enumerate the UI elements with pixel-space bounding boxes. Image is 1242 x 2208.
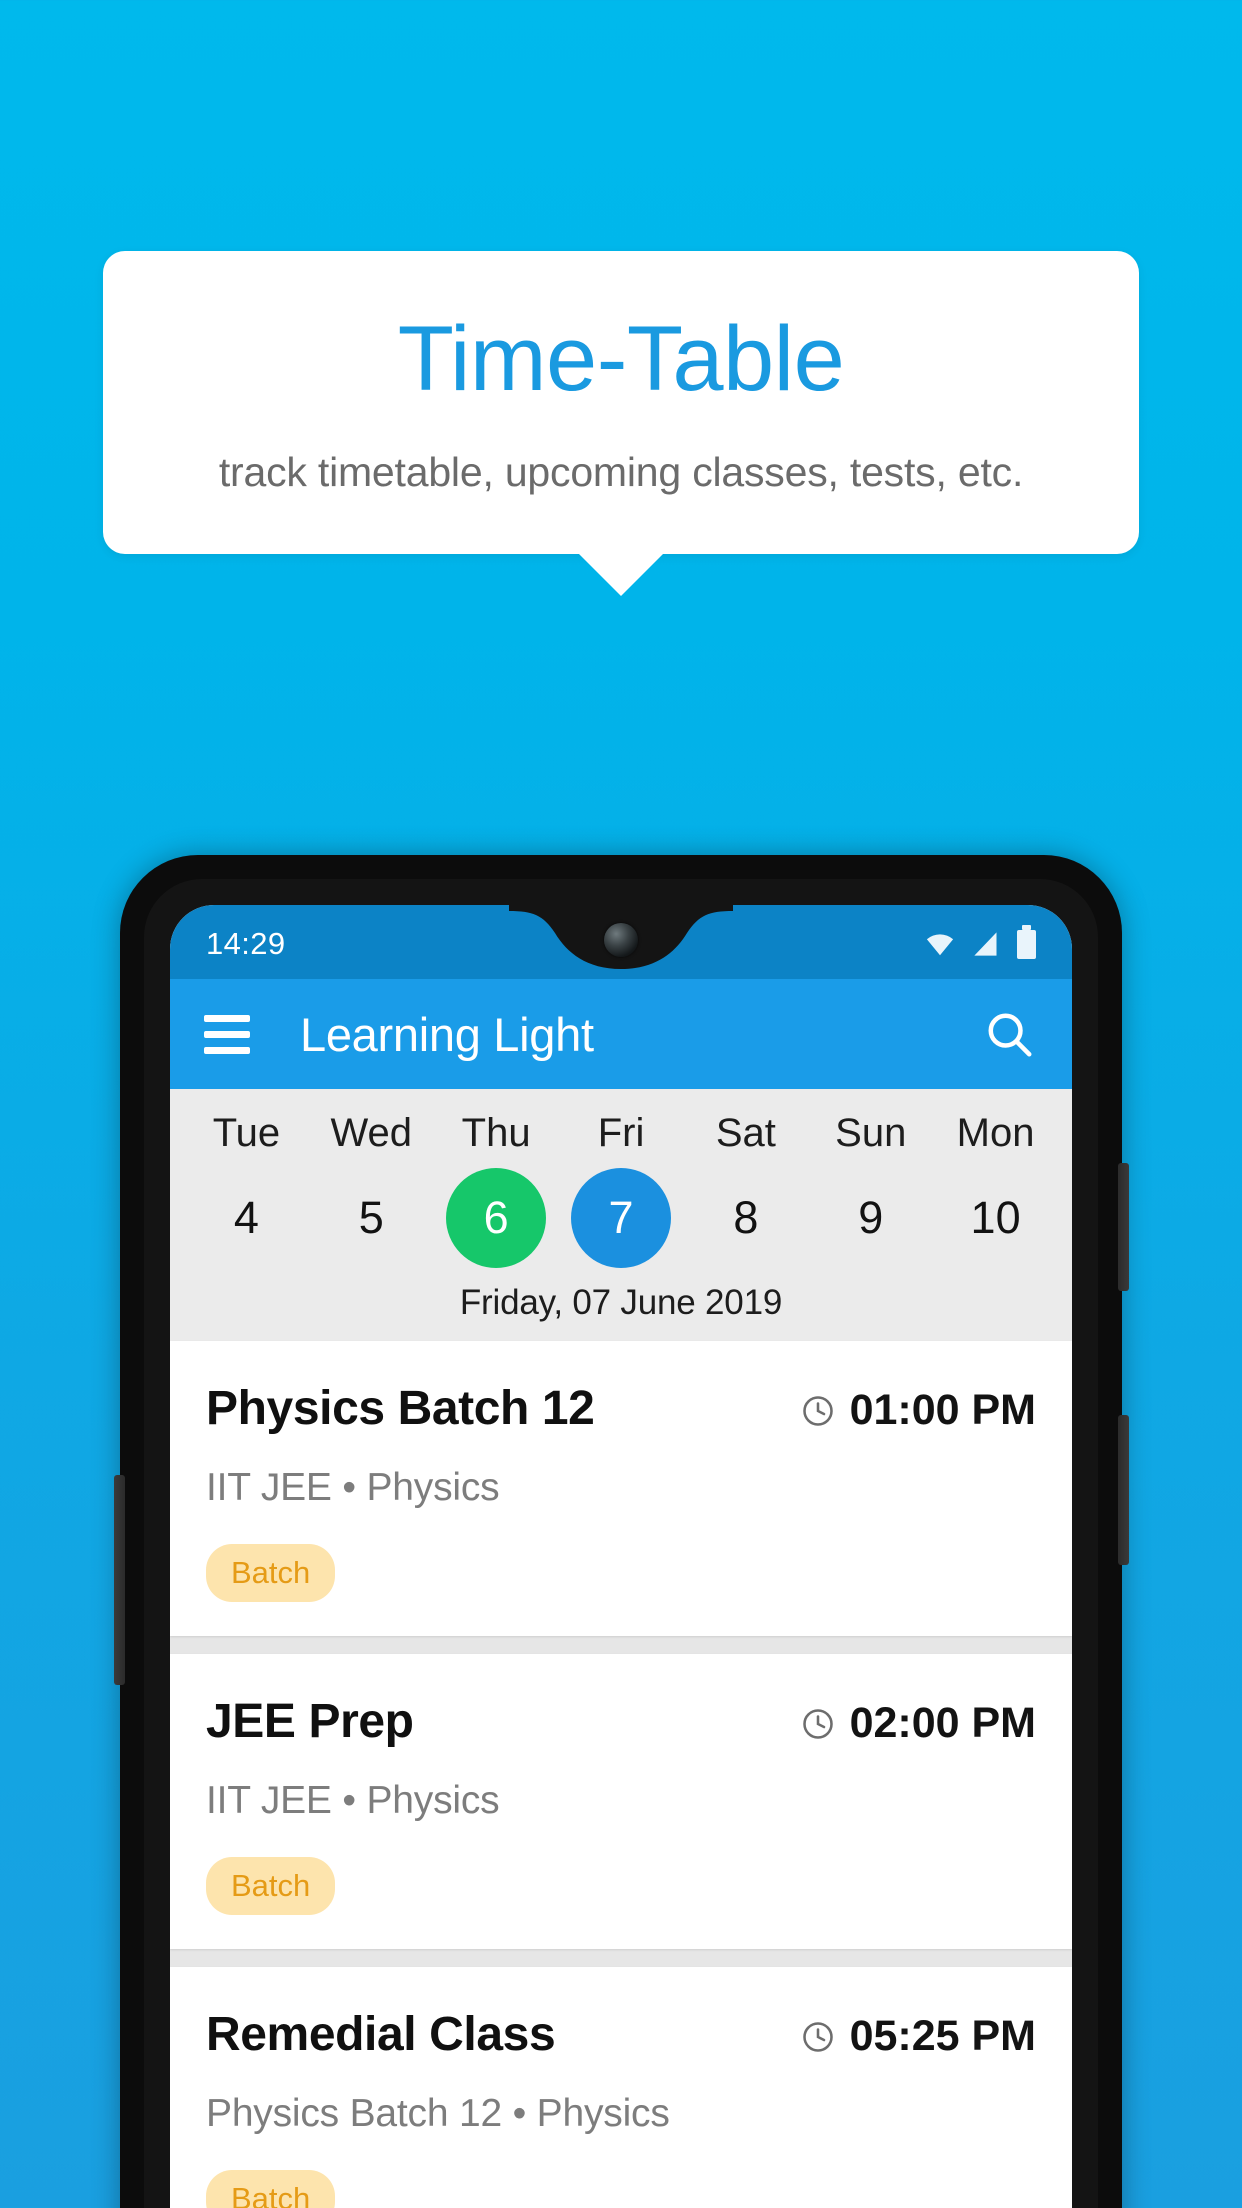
calendar-day-number[interactable]: 6 xyxy=(446,1168,547,1268)
calendar-day-number[interactable]: 10 xyxy=(946,1168,1046,1268)
class-card-header: Physics Batch 12 01:00 PM xyxy=(206,1381,1036,1436)
class-time: 02:00 PM xyxy=(849,1699,1036,1747)
app-bar: Learning Light xyxy=(170,979,1072,1089)
calendar-day-number-wrap: 9 xyxy=(808,1165,933,1271)
class-card[interactable]: Remedial Class 05:25 PM Physics Batch 12 •… xyxy=(170,1967,1072,2208)
class-type-badge: Batch xyxy=(206,1857,336,1915)
class-time-group: 02:00 PM xyxy=(800,1694,1036,1748)
calendar-day-number[interactable]: 7 xyxy=(571,1168,671,1268)
calendar-day-sun[interactable]: Sun 9 xyxy=(808,1105,933,1271)
phone-mockup: 14:29 Learning Light Tue 4 Wed 5 Thu 6 F… xyxy=(114,855,1129,2208)
calendar-day-number[interactable]: 5 xyxy=(321,1168,421,1268)
promo-bubble: Time-Table track timetable, upcoming cla… xyxy=(103,251,1139,596)
promo-subtitle: track timetable, upcoming classes, tests… xyxy=(218,449,1024,495)
class-subtitle: IIT JEE • Physics xyxy=(206,1466,500,1509)
phone-screen: 14:29 Learning Light Tue 4 Wed 5 Thu 6 F… xyxy=(170,905,1072,2208)
class-time-group: 01:00 PM xyxy=(800,1381,1036,1435)
calendar-day-name: Sun xyxy=(835,1111,907,1155)
calendar-day-name: Tue xyxy=(212,1111,281,1155)
clock-icon xyxy=(802,1708,833,1739)
calendar-day-name: Sat xyxy=(715,1111,776,1155)
promo-banner: Time-Table track timetable, upcoming cla… xyxy=(103,251,1139,596)
calendar-day-sat[interactable]: Sat 8 xyxy=(683,1105,808,1271)
wifi-icon xyxy=(926,934,954,956)
calendar-day-number-wrap: 6 xyxy=(434,1165,559,1271)
calendar-day-wed[interactable]: Wed 5 xyxy=(309,1105,434,1271)
calendar-day-number[interactable]: 9 xyxy=(821,1168,921,1268)
calendar-day-name: Mon xyxy=(956,1111,1035,1155)
calendar-day-number[interactable]: 4 xyxy=(196,1168,296,1268)
class-title: JEE Prep xyxy=(206,1695,414,1748)
class-time-group: 05:25 PM xyxy=(800,2007,1036,2061)
calendar-day-number[interactable]: 8 xyxy=(696,1168,796,1268)
class-card[interactable]: JEE Prep 02:00 PM IIT JEE • Physics Batch xyxy=(170,1654,1072,1949)
class-type-badge: Batch xyxy=(206,2170,336,2208)
phone-button-power[interactable] xyxy=(1118,1163,1129,1291)
phone-button-volume[interactable] xyxy=(1118,1415,1129,1565)
calendar-day-name: Fri xyxy=(597,1111,645,1155)
camera-notch xyxy=(509,905,733,977)
front-camera-icon xyxy=(604,923,638,957)
calendar-day-number-wrap: 4 xyxy=(184,1165,309,1271)
calendar-day-name: Wed xyxy=(330,1111,413,1155)
bubble-tail xyxy=(579,554,663,596)
class-card[interactable]: Physics Batch 12 01:00 PM IIT JEE • Physic… xyxy=(170,1341,1072,1636)
class-time: 05:25 PM xyxy=(849,2012,1036,2060)
search-icon[interactable] xyxy=(980,1005,1038,1063)
phone-bezel: 14:29 Learning Light Tue 4 Wed 5 Thu 6 F… xyxy=(144,879,1098,2208)
calendar-day-name: Thu xyxy=(461,1111,531,1155)
class-subtitle: Physics Batch 12 • Physics xyxy=(206,2092,670,2135)
clock-icon xyxy=(802,2021,833,2052)
class-card-header: Remedial Class 05:25 PM xyxy=(206,2007,1036,2062)
class-card-header: JEE Prep 02:00 PM xyxy=(206,1694,1036,1749)
class-time: 01:00 PM xyxy=(849,1386,1036,1434)
clock-icon xyxy=(802,1395,833,1426)
selected-date-label: Friday, 07 June 2019 xyxy=(459,1283,783,1322)
class-type-badge: Batch xyxy=(206,1544,336,1602)
hamburger-menu-icon[interactable] xyxy=(204,1014,250,1054)
promo-title: Time-Table xyxy=(397,308,845,410)
battery-icon xyxy=(1017,924,1036,959)
class-title: Physics Batch 12 xyxy=(206,1382,595,1435)
calendar-day-thu[interactable]: Thu 6 xyxy=(434,1105,559,1271)
calendar-day-number-wrap: 10 xyxy=(933,1165,1058,1271)
calendar-day-fri[interactable]: Fri 7 xyxy=(559,1105,684,1271)
calendar-day-number-wrap: 7 xyxy=(559,1165,684,1271)
signal-icon xyxy=(974,932,997,956)
calendar-strip: Tue 4 Wed 5 Thu 6 Fri 7 Sat 8 Sun 9 Mon 10 Friday, 07… xyxy=(170,1089,1072,1341)
calendar-day-number-wrap: 5 xyxy=(309,1165,434,1271)
calendar-days-row: Tue 4 Wed 5 Thu 6 Fri 7 Sat 8 Sun 9 Mon 10 xyxy=(170,1105,1072,1271)
class-title: Remedial Class xyxy=(206,2008,556,2061)
status-bar-clock: 14:29 xyxy=(206,926,286,961)
class-list: Physics Batch 12 01:00 PM IIT JEE • Physic… xyxy=(170,1341,1072,2208)
calendar-day-tue[interactable]: Tue 4 xyxy=(184,1105,309,1271)
status-bar: 14:29 xyxy=(170,905,1072,979)
calendar-day-number-wrap: 8 xyxy=(683,1165,808,1271)
class-subtitle: IIT JEE • Physics xyxy=(206,1779,500,1822)
page-title: Learning Light xyxy=(300,1007,594,1061)
phone-button-left[interactable] xyxy=(114,1475,125,1685)
calendar-day-mon[interactable]: Mon 10 xyxy=(933,1105,1058,1271)
